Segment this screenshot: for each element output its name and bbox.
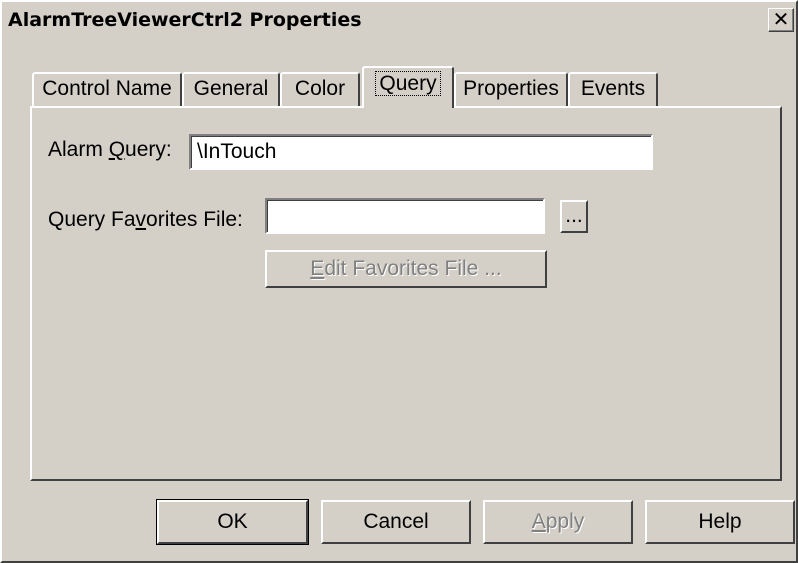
- accelerator-key: Q: [108, 138, 126, 161]
- tab-label: Properties: [463, 77, 559, 100]
- label-text: Query Fa: [48, 208, 136, 231]
- edit-favorites-file-button[interactable]: Edit Favorites File ...: [265, 250, 547, 288]
- tab-label: General: [193, 77, 269, 100]
- accelerator-key: E: [310, 257, 325, 280]
- tab-events[interactable]: Events: [568, 72, 658, 106]
- button-label: OK: [217, 510, 248, 533]
- tab-properties[interactable]: Properties: [454, 72, 568, 106]
- apply-button[interactable]: Apply: [483, 500, 633, 544]
- accelerator-key: v: [135, 208, 147, 231]
- tab-general[interactable]: General: [182, 72, 280, 106]
- browse-favorites-button[interactable]: ...: [560, 200, 588, 233]
- query-favorites-file-label: Query Favorites File:: [48, 208, 243, 232]
- alarm-query-input[interactable]: \InTouch: [189, 134, 653, 170]
- tab-label: Events: [580, 77, 646, 100]
- accelerator-key: A: [531, 510, 546, 533]
- title-bar[interactable]: AlarmTreeViewerCtrl2 Properties ✕: [4, 4, 794, 37]
- label-text: orites File:: [146, 208, 243, 231]
- button-label: dit Favorites File ...: [324, 257, 502, 280]
- close-button[interactable]: ✕: [768, 8, 794, 32]
- help-button[interactable]: Help: [645, 500, 795, 544]
- label-text: Alarm: [48, 138, 109, 161]
- tab-label: Control Name: [42, 77, 172, 100]
- properties-dialog: AlarmTreeViewerCtrl2 Properties ✕ Contro…: [0, 0, 798, 563]
- button-label: Cancel: [363, 510, 429, 533]
- button-label: Help: [698, 510, 742, 533]
- query-favorites-file-input[interactable]: [265, 198, 545, 234]
- alarm-query-label: Alarm Query:: [48, 138, 172, 162]
- tab-control-name[interactable]: Control Name: [32, 72, 182, 106]
- ok-button[interactable]: OK: [156, 499, 309, 545]
- cancel-button[interactable]: Cancel: [321, 500, 471, 544]
- tab-label: Query: [375, 71, 441, 96]
- close-icon[interactable]: ✕: [769, 9, 793, 31]
- tab-color[interactable]: Color: [280, 72, 360, 106]
- window-title: AlarmTreeViewerCtrl2 Properties: [8, 9, 362, 31]
- button-label: pply: [545, 510, 585, 533]
- ellipsis-icon: ...: [565, 204, 583, 227]
- tab-query[interactable]: Query: [362, 66, 454, 108]
- query-tab-panel: Alarm Query: \InTouch Query Favorites Fi…: [30, 106, 782, 481]
- tab-label: Color: [294, 77, 346, 100]
- label-text: uery:: [125, 138, 172, 161]
